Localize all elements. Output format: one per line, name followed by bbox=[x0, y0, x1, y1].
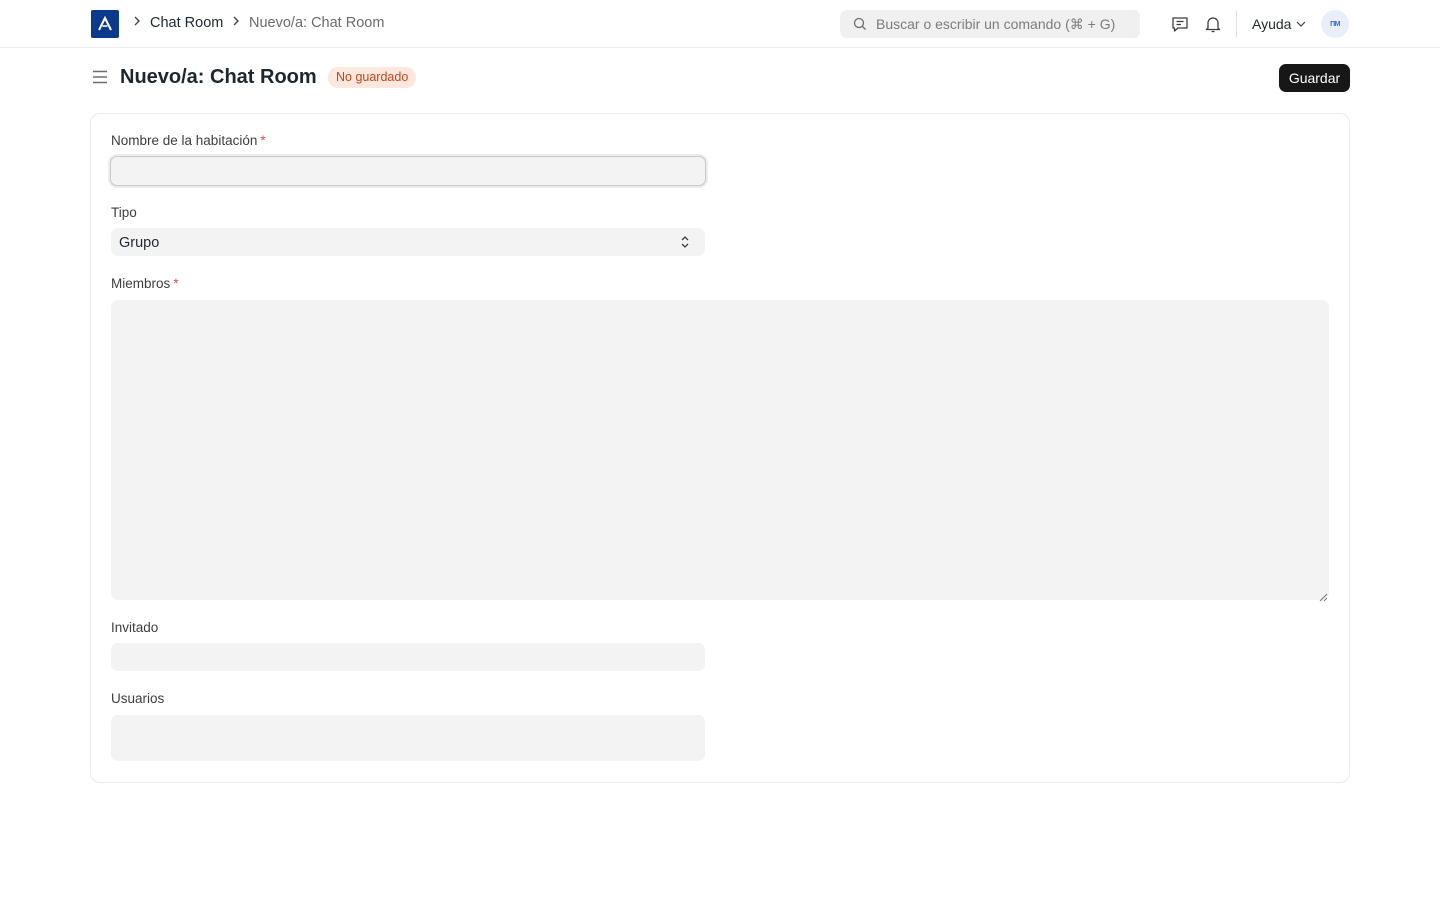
avatar[interactable]: ПМ bbox=[1321, 10, 1349, 38]
type-select-value: Grupo bbox=[119, 235, 160, 251]
help-dropdown[interactable]: Ayuda bbox=[1252, 16, 1306, 32]
members-label: Miembros * bbox=[111, 276, 179, 291]
guest-input[interactable] bbox=[111, 643, 705, 671]
required-mark: * bbox=[260, 133, 266, 148]
logo-icon bbox=[98, 16, 112, 31]
members-textarea[interactable] bbox=[111, 300, 1329, 600]
search-icon bbox=[853, 17, 867, 36]
type-select[interactable] bbox=[111, 228, 705, 256]
room-name-input[interactable] bbox=[110, 156, 706, 186]
sidebar-toggle-icon[interactable] bbox=[92, 70, 108, 89]
users-input[interactable] bbox=[111, 715, 705, 761]
search-placeholder: Buscar o escribir un comando (⌘ + G) bbox=[876, 16, 1116, 32]
select-arrows-icon bbox=[680, 235, 690, 254]
users-label: Usuarios bbox=[111, 691, 165, 706]
resize-handle-icon[interactable] bbox=[1319, 589, 1328, 607]
help-label: Ayuda bbox=[1252, 16, 1292, 32]
type-label: Tipo bbox=[111, 205, 137, 220]
status-badge: No guardado bbox=[328, 67, 417, 88]
breadcrumb-chat-room[interactable]: Chat Room bbox=[150, 15, 223, 31]
chevron-right-icon bbox=[133, 14, 141, 31]
chevron-right-icon bbox=[232, 14, 240, 31]
breadcrumb-new-chat-room[interactable]: Nuevo/a: Chat Room bbox=[249, 15, 384, 31]
guest-label: Invitado bbox=[111, 620, 159, 635]
required-mark: * bbox=[173, 276, 179, 291]
chat-icon[interactable] bbox=[1171, 15, 1189, 38]
chevron-down-icon bbox=[1297, 21, 1306, 27]
page-title: Nuevo/a: Chat Room bbox=[120, 66, 317, 88]
app-logo[interactable] bbox=[91, 10, 119, 38]
navbar-divider bbox=[1236, 11, 1237, 37]
bell-icon[interactable] bbox=[1205, 15, 1221, 38]
room-name-label: Nombre de la habitación * bbox=[111, 133, 266, 148]
save-button[interactable]: Guardar bbox=[1279, 64, 1350, 92]
top-navbar: Chat Room Nuevo/a: Chat Room Buscar o es… bbox=[0, 0, 1440, 48]
